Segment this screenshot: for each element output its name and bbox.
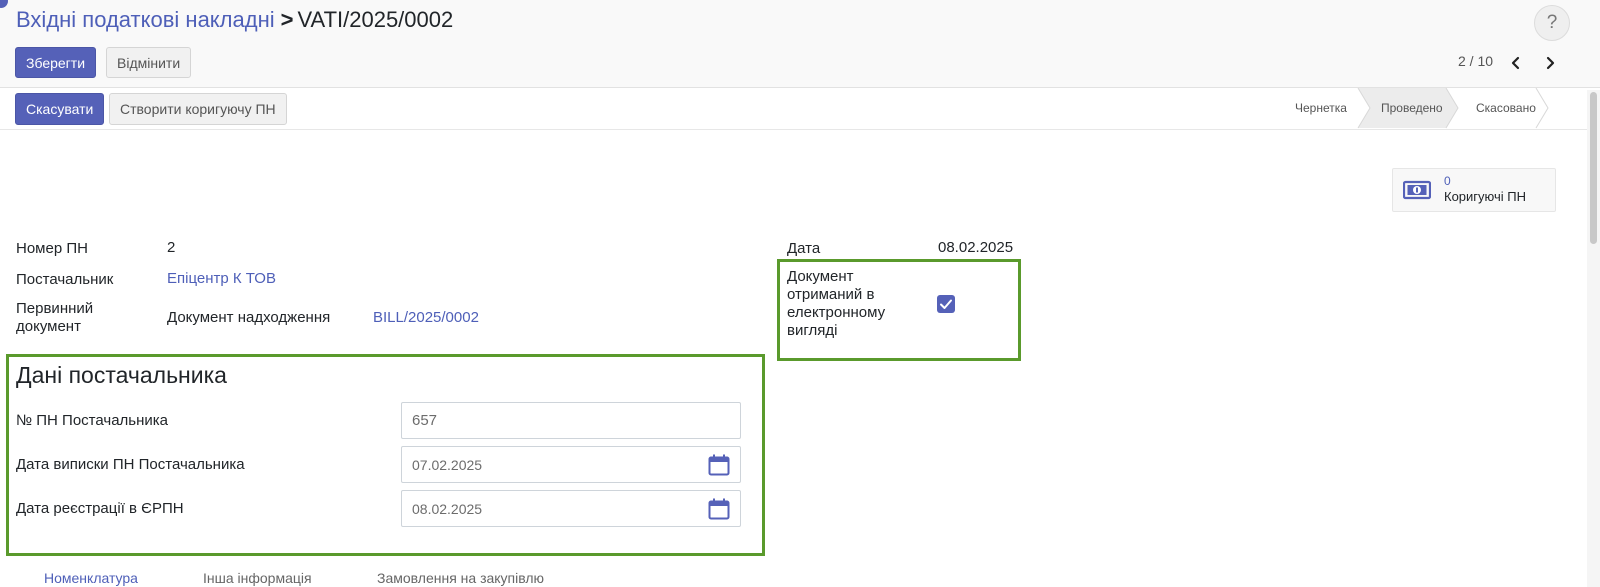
money-icon — [1403, 180, 1431, 200]
cancel-document-button[interactable]: Скасувати — [15, 93, 105, 125]
breadcrumb-parent-link[interactable]: Вхідні податкові накладні — [16, 7, 275, 32]
supplier-link[interactable]: Епіцентр К ТОВ — [167, 270, 276, 288]
issue-date-label: Дата виписки ПН Постачальника — [16, 456, 245, 473]
pager-next-icon[interactable] — [1543, 55, 1557, 71]
calendar-icon[interactable] — [708, 454, 730, 476]
registration-date-label: Дата реєстрації в ЄРПН — [16, 500, 184, 517]
breadcrumb-current: VATI/2025/0002 — [297, 7, 454, 32]
status-bar: Скасувати Створити коригуючу ПН Чернетка… — [0, 88, 1600, 130]
stage-draft[interactable]: Чернетка — [1295, 88, 1347, 128]
scrollbar-thumb[interactable] — [1590, 92, 1597, 244]
tab-purchase-orders[interactable]: Замовлення на закупівлю — [377, 570, 544, 586]
breadcrumb: Вхідні податкові накладні > VATI/2025/0002 — [16, 6, 453, 34]
breadcrumb-separator: > — [280, 7, 294, 32]
tax-number-label: Номер ПН — [16, 240, 88, 257]
calendar-icon[interactable] — [708, 498, 730, 520]
checkmark-icon — [940, 299, 952, 309]
discard-button[interactable]: Відмінити — [106, 47, 192, 78]
issue-date-value: 07.02.2025 — [412, 457, 483, 473]
primary-document-label: Первинний документ — [16, 300, 94, 335]
electronic-document-label: Документ отриманий в електронному вигляд… — [787, 268, 886, 339]
supplier-number-value: 657 — [412, 412, 438, 429]
form-view: Вхідні податкові накладні > VATI/2025/0002… — [0, 0, 1600, 587]
create-correction-button[interactable]: Створити коригуючу ПН — [109, 93, 287, 125]
issue-date-input[interactable]: 07.02.2025 — [401, 446, 741, 483]
tax-number-value: 2 — [167, 239, 176, 256]
supplier-section-title: Дані постачальника — [16, 362, 227, 388]
supplier-number-label: № ПН Постачальника — [16, 412, 168, 429]
smart-button-label: Коригуючі ПН — [1444, 189, 1527, 204]
tab-nomenclature[interactable]: Номенклатура — [44, 570, 138, 586]
primary-document-type[interactable]: Документ надходження — [167, 309, 330, 327]
primary-document-link[interactable]: BILL/2025/0002 — [373, 309, 479, 327]
pager-previous-icon[interactable] — [1509, 55, 1523, 71]
corrections-smart-button[interactable]: 0 Коригуючі ПН — [1392, 168, 1556, 212]
corner-indicator — [0, 0, 8, 8]
control-panel: Вхідні податкові накладні > VATI/2025/0002… — [0, 0, 1600, 88]
registration-date-value: 08.02.2025 — [412, 501, 483, 517]
tab-other-info[interactable]: Інша інформація — [203, 570, 312, 586]
registration-date-input[interactable]: 08.02.2025 — [401, 490, 741, 527]
pager-value[interactable]: 2 / 10 — [1458, 53, 1493, 69]
supplier-label: Постачальник — [16, 271, 114, 288]
stage-cancelled[interactable]: Скасовано — [1476, 88, 1536, 128]
electronic-document-checkbox[interactable] — [937, 295, 955, 313]
date-value: 08.02.2025 — [938, 239, 1014, 256]
smart-button-count: 0 — [1444, 174, 1451, 188]
supplier-number-input[interactable]: 657 — [401, 402, 741, 439]
stage-posted[interactable]: Проведено — [1381, 88, 1443, 128]
date-label: Дата — [787, 240, 821, 257]
help-button[interactable]: ? — [1534, 5, 1570, 41]
vertical-scrollbar[interactable] — [1587, 90, 1600, 587]
save-button[interactable]: Зберегти — [15, 47, 97, 78]
